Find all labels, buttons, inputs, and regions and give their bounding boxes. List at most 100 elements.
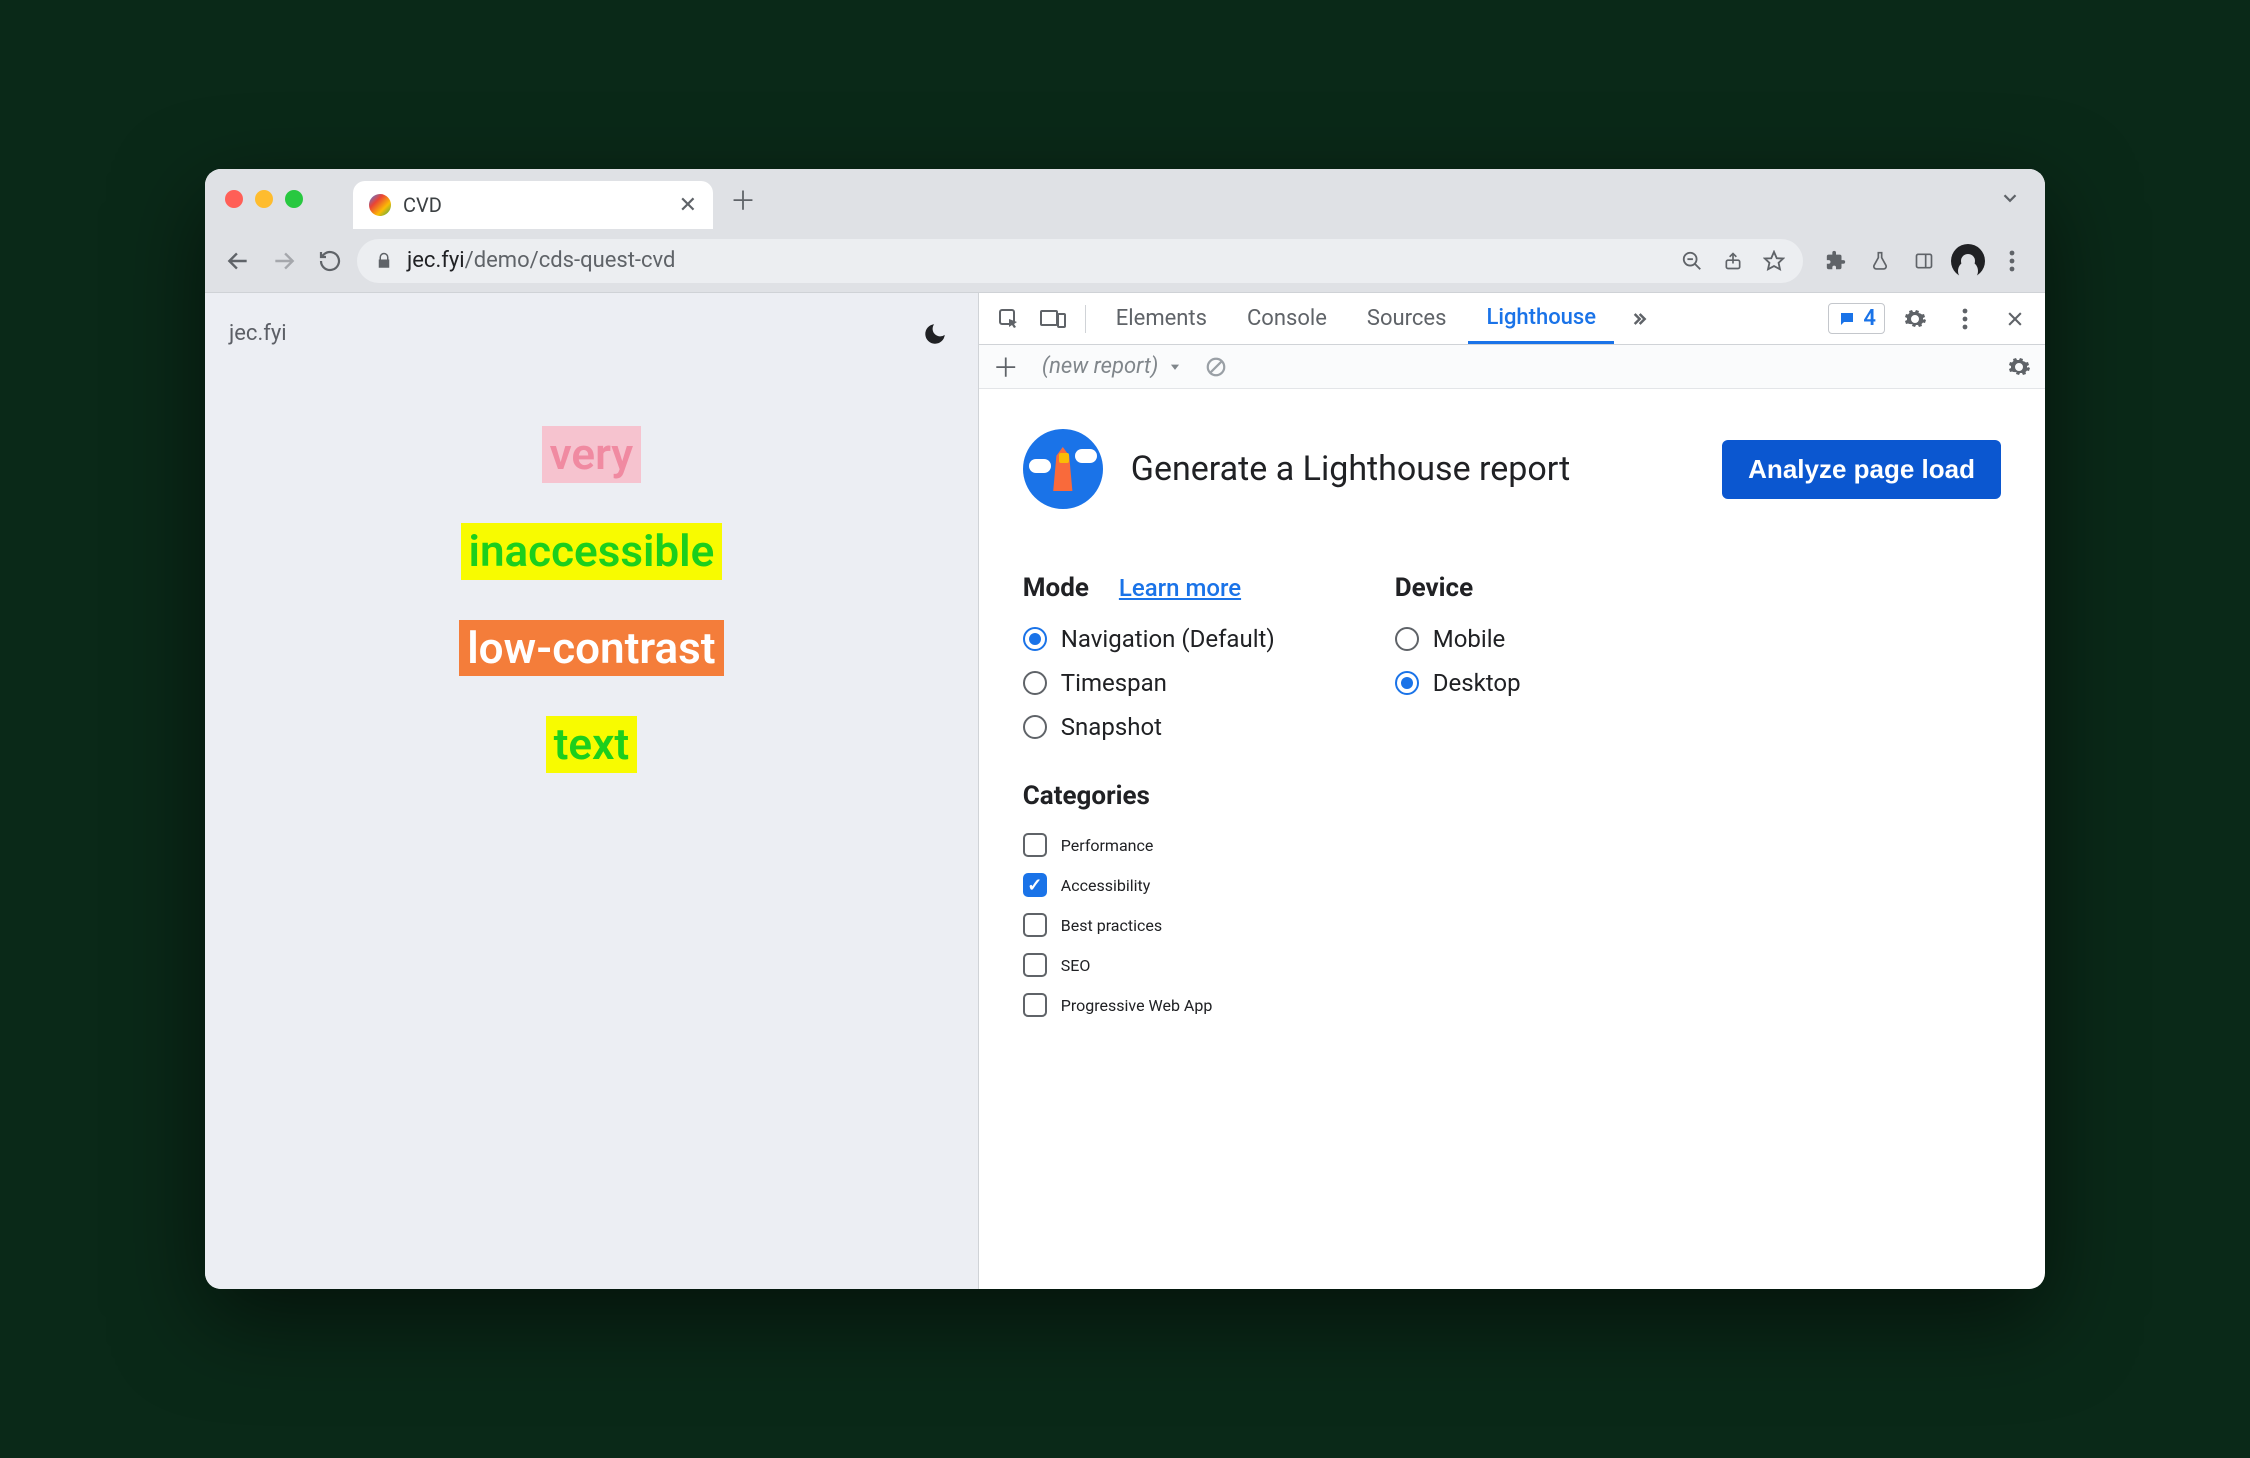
device-mode-icon[interactable] <box>1033 299 1073 339</box>
devtools-menu-icon[interactable] <box>1945 299 1985 339</box>
option-label: Progressive Web App <box>1061 996 1213 1015</box>
radio-icon <box>1395 671 1419 695</box>
profile-button[interactable] <box>1949 242 1987 280</box>
panel-header: Generate a Lighthouse report Analyze pag… <box>1023 429 2001 509</box>
issues-badge[interactable]: 4 <box>1828 303 1885 334</box>
chrome-menu-button[interactable] <box>1993 242 2031 280</box>
inspect-icon[interactable] <box>989 299 1029 339</box>
demo-word-2: inaccessible <box>461 523 723 580</box>
lighthouse-logo-icon <box>1023 429 1103 509</box>
device-section: Device Mobile Desktop <box>1395 573 1521 741</box>
avatar-icon <box>1951 244 1985 278</box>
devtools-panel: Elements Console Sources Lighthouse 4 ＋ <box>978 293 2045 1289</box>
lighthouse-panel: Generate a Lighthouse report Analyze pag… <box>979 389 2045 1289</box>
category-option[interactable]: Best practices <box>1023 913 2001 937</box>
toolbar-icons <box>1817 242 2031 280</box>
mode-option[interactable]: Navigation (Default) <box>1023 625 1275 653</box>
theme-toggle-button[interactable] <box>914 313 956 355</box>
checkbox-icon <box>1023 913 1047 937</box>
panel-title: Generate a Lighthouse report <box>1131 449 1570 489</box>
back-button[interactable] <box>219 242 257 280</box>
title-bar: CVD ✕ ＋ <box>205 169 2045 229</box>
checkbox-icon <box>1023 873 1047 897</box>
zoom-icon[interactable] <box>1681 250 1703 272</box>
radio-icon <box>1023 627 1047 651</box>
demo-word-1: very <box>542 426 642 483</box>
report-dropdown[interactable]: (new report) <box>1035 351 1190 382</box>
web-page: jec.fyi very inaccessible low-contrast t… <box>205 293 978 1289</box>
categories-label: Categories <box>1023 781 1150 811</box>
page-brand: jec.fyi <box>229 321 954 346</box>
categories-section: Categories Performance Accessibility Best … <box>1023 781 2001 1017</box>
mode-option[interactable]: Snapshot <box>1023 713 1275 741</box>
tab-console[interactable]: Console <box>1229 293 1345 344</box>
report-dropdown-label: (new report) <box>1042 354 1159 379</box>
window-controls <box>225 190 303 208</box>
mode-section: Mode Learn more Navigation (Default) Time… <box>1023 573 1275 741</box>
mode-label: Mode <box>1023 573 1089 603</box>
reload-button[interactable] <box>311 242 349 280</box>
tabs-list-button[interactable] <box>1999 187 2021 209</box>
checkbox-icon <box>1023 953 1047 977</box>
category-option[interactable]: Progressive Web App <box>1023 993 2001 1017</box>
option-label: SEO <box>1061 956 1091 975</box>
browser-window: CVD ✕ ＋ jec.fyi/demo/cds-quest-cvd <box>205 169 2045 1289</box>
devtools-close-icon[interactable] <box>1995 299 2035 339</box>
url-text: jec.fyi/demo/cds-quest-cvd <box>407 248 675 273</box>
demo-word-4: text <box>546 716 638 773</box>
labs-icon[interactable] <box>1861 242 1899 280</box>
tab-sources[interactable]: Sources <box>1349 293 1465 344</box>
favicon-icon <box>369 194 391 216</box>
browser-tab[interactable]: CVD ✕ <box>353 181 713 229</box>
chevron-down-icon <box>1168 360 1182 374</box>
option-label: Best practices <box>1061 916 1162 935</box>
close-tab-button[interactable]: ✕ <box>679 193 697 218</box>
learn-more-link[interactable]: Learn more <box>1119 574 1241 602</box>
content-area: jec.fyi very inaccessible low-contrast t… <box>205 293 2045 1289</box>
option-label: Desktop <box>1433 669 1521 697</box>
lock-icon <box>375 252 393 270</box>
radio-icon <box>1023 671 1047 695</box>
lighthouse-settings-icon[interactable] <box>2007 355 2031 379</box>
device-label: Device <box>1395 573 1473 603</box>
lighthouse-subbar: ＋ (new report) <box>979 345 2045 389</box>
bookmark-icon[interactable] <box>1763 250 1785 272</box>
option-label: Accessibility <box>1061 876 1151 895</box>
device-option[interactable]: Mobile <box>1395 625 1521 653</box>
devtools-tabs: Elements Console Sources Lighthouse 4 <box>979 293 2045 345</box>
maximize-window-button[interactable] <box>285 190 303 208</box>
category-option[interactable]: Accessibility <box>1023 873 2001 897</box>
forward-button[interactable] <box>265 242 303 280</box>
toolbar: jec.fyi/demo/cds-quest-cvd <box>205 229 2045 293</box>
option-label: Snapshot <box>1061 713 1162 741</box>
more-tabs-icon[interactable] <box>1618 299 1658 339</box>
option-label: Navigation (Default) <box>1061 625 1275 653</box>
side-panel-icon[interactable] <box>1905 242 1943 280</box>
close-window-button[interactable] <box>225 190 243 208</box>
option-label: Timespan <box>1061 669 1167 697</box>
radio-icon <box>1023 715 1047 739</box>
minimize-window-button[interactable] <box>255 190 273 208</box>
share-icon[interactable] <box>1723 251 1743 271</box>
tab-elements[interactable]: Elements <box>1098 293 1225 344</box>
analyze-button[interactable]: Analyze page load <box>1722 440 2001 499</box>
address-bar[interactable]: jec.fyi/demo/cds-quest-cvd <box>357 239 1803 283</box>
option-label: Performance <box>1061 836 1154 855</box>
new-tab-button[interactable]: ＋ <box>723 179 763 219</box>
issues-count: 4 <box>1863 306 1876 331</box>
new-report-button[interactable]: ＋ <box>993 348 1019 385</box>
option-label: Mobile <box>1433 625 1506 653</box>
device-option[interactable]: Desktop <box>1395 669 1521 697</box>
demo-word-3: low-contrast <box>459 620 723 677</box>
devtools-settings-icon[interactable] <box>1895 299 1935 339</box>
checkbox-icon <box>1023 833 1047 857</box>
mode-option[interactable]: Timespan <box>1023 669 1275 697</box>
checkbox-icon <box>1023 993 1047 1017</box>
category-option[interactable]: Performance <box>1023 833 2001 857</box>
tab-lighthouse[interactable]: Lighthouse <box>1468 293 1614 344</box>
category-option[interactable]: SEO <box>1023 953 2001 977</box>
demo-words: very inaccessible low-contrast text <box>229 426 954 773</box>
clear-icon[interactable] <box>1205 356 1227 378</box>
tab-title: CVD <box>403 193 442 217</box>
extensions-icon[interactable] <box>1817 242 1855 280</box>
